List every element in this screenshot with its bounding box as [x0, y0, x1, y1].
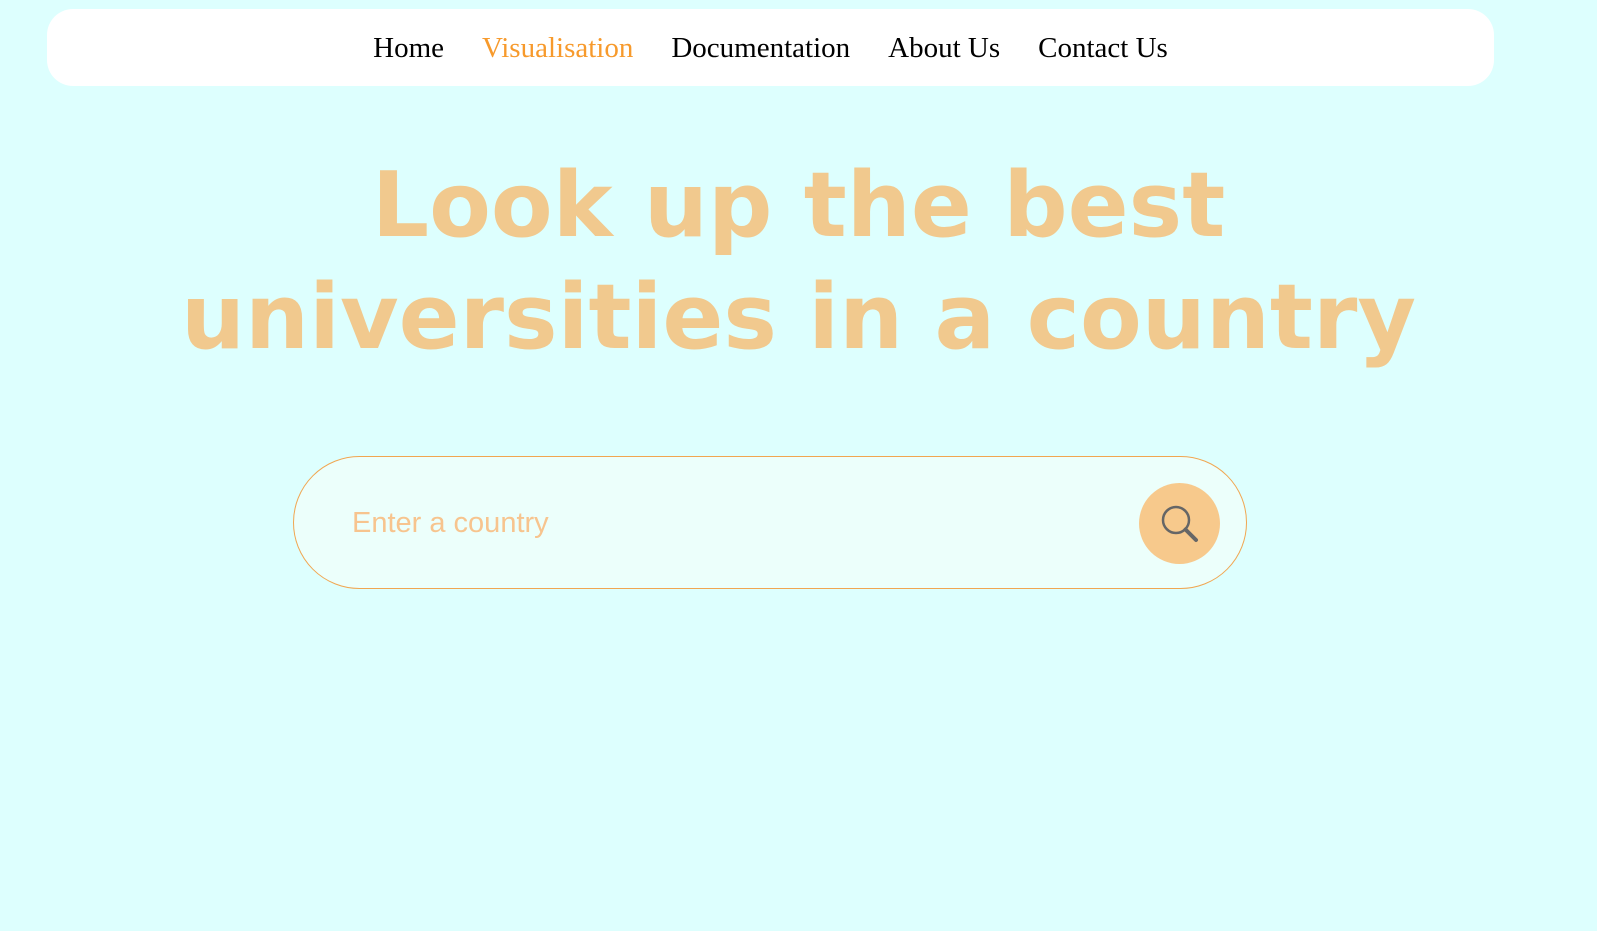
top-navbar: Home Visualisation Documentation About U… — [47, 9, 1494, 86]
country-search-bar — [293, 456, 1247, 589]
search-icon — [1160, 504, 1200, 544]
nav-link-home[interactable]: Home — [373, 32, 444, 63]
search-button[interactable] — [1139, 483, 1220, 564]
country-search-input[interactable] — [352, 495, 1122, 551]
headline-line-1: Look up the best — [371, 153, 1226, 258]
nav-link-visualisation[interactable]: Visualisation — [482, 32, 633, 63]
nav-link-documentation[interactable]: Documentation — [671, 32, 850, 63]
nav-link-about-us[interactable]: About Us — [888, 32, 1000, 63]
page-headline: Look up the best universities in a count… — [0, 150, 1597, 374]
nav-link-contact-us[interactable]: Contact Us — [1038, 32, 1168, 63]
headline-line-2: universities in a country — [180, 265, 1417, 370]
